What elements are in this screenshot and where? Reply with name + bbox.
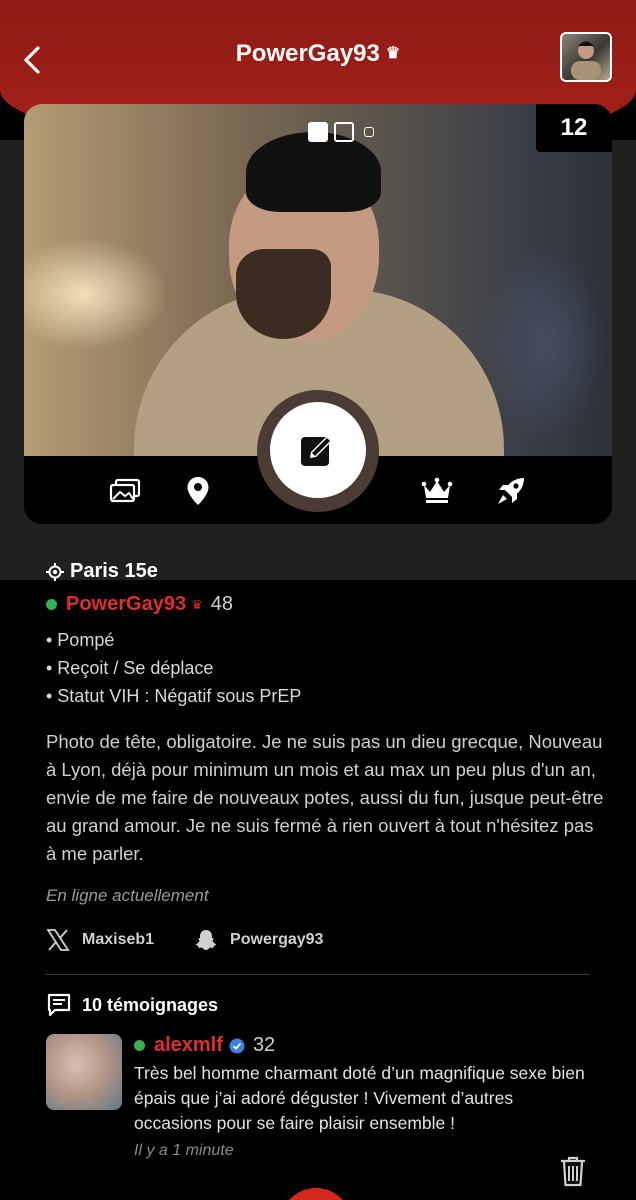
x-icon xyxy=(46,929,70,951)
social-links: Maxiseb1 Powergay93 xyxy=(46,928,606,952)
trash-icon xyxy=(561,1156,585,1187)
photos-icon xyxy=(109,478,141,503)
social-link-snapchat[interactable]: Powergay93 xyxy=(194,928,323,952)
profile-age: 48 xyxy=(210,593,233,615)
attribute-item: • Pompé xyxy=(46,630,115,650)
location-row: Paris 15e xyxy=(46,560,606,583)
page-dot-active[interactable] xyxy=(308,122,328,142)
boost-button[interactable] xyxy=(494,476,528,506)
testimonials-header[interactable]: 10 témoignages xyxy=(46,993,606,1017)
page-title: PowerGay93 ♛ xyxy=(0,40,636,68)
location-pin-icon xyxy=(187,477,209,505)
edit-profile-button[interactable] xyxy=(270,402,366,498)
page-title-text: PowerGay93 xyxy=(235,40,380,67)
reviewer-avatar[interactable] xyxy=(46,1034,122,1110)
online-status-text: En ligne actuellement xyxy=(46,886,209,905)
attribute-item: • Reçoit / Se déplace xyxy=(46,658,214,678)
online-status-dot xyxy=(134,1040,145,1051)
online-status-dot xyxy=(46,599,57,610)
testimonial-body: alexmlf 32 Très bel homme charmant doté … xyxy=(134,1034,594,1160)
crown-icon xyxy=(421,477,453,503)
floating-action-button[interactable] xyxy=(280,1188,352,1200)
page-dot[interactable] xyxy=(334,122,354,142)
photo-page-indicator xyxy=(308,122,374,142)
profile-avatar-button[interactable] xyxy=(560,32,612,82)
avatar-thumbnail xyxy=(571,41,601,80)
rocket-icon xyxy=(498,478,524,504)
profile-username: PowerGay93 xyxy=(66,593,187,615)
delete-testimonial-button[interactable] xyxy=(556,1154,590,1188)
profile-attributes: • Pompé • Reçoit / Se déplace • Statut V… xyxy=(46,626,606,710)
testimonials-count: 10 témoignages xyxy=(82,994,219,1015)
profile-bio: Photo de tête, obligatoire. Je ne suis p… xyxy=(46,731,604,864)
photo-figure-cap xyxy=(246,132,381,212)
attribute-item: • Statut VIH : Négatif sous PrEP xyxy=(46,686,302,706)
location-text: Paris 15e xyxy=(70,560,158,582)
reviewer-age: 32 xyxy=(252,1034,276,1056)
profile-info: Paris 15e PowerGay93 ♛ 48 • Pompé • Reço… xyxy=(46,560,606,1017)
page-dot[interactable] xyxy=(364,127,374,137)
photo-count-badge: 12 xyxy=(536,104,612,152)
location-button[interactable] xyxy=(181,476,215,506)
x-handle: Maxiseb1 xyxy=(82,931,155,948)
profile-photo-card: 12 xyxy=(24,104,612,524)
photo-figure-beard xyxy=(236,249,331,339)
photos-button[interactable] xyxy=(108,476,142,506)
username-row: PowerGay93 ♛ 48 xyxy=(46,593,606,616)
reviewer-row: alexmlf 32 xyxy=(134,1034,594,1057)
testimonial-text: Très bel homme charmant doté d’un magnif… xyxy=(134,1063,585,1133)
social-link-x[interactable]: Maxiseb1 xyxy=(46,928,154,952)
reviewer-username[interactable]: alexmlf xyxy=(154,1034,223,1057)
snapchat-icon xyxy=(195,930,217,950)
testimonial-time: Il y a 1 minute xyxy=(134,1142,234,1159)
snapchat-handle: Powergay93 xyxy=(230,931,324,948)
section-divider xyxy=(46,974,589,975)
edit-icon xyxy=(301,435,333,466)
crown-icon: ♛ xyxy=(385,45,401,62)
verified-badge-icon xyxy=(229,1038,245,1053)
premium-button[interactable] xyxy=(420,476,454,506)
locate-icon xyxy=(46,562,64,581)
premium-crown-icon: ♛ xyxy=(191,596,203,612)
comment-icon xyxy=(47,993,71,1017)
